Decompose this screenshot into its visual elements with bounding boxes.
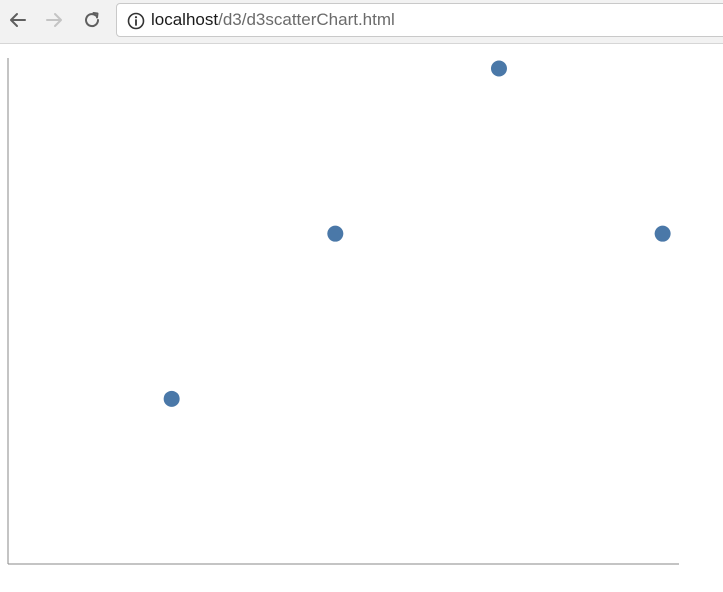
info-icon[interactable] — [127, 12, 145, 30]
url-path: /d3/d3scatterChart.html — [218, 10, 395, 29]
scatter-point — [163, 390, 180, 407]
arrow-left-icon[interactable] — [6, 8, 30, 32]
scatter-point — [654, 225, 671, 242]
arrow-right-icon[interactable] — [42, 8, 66, 32]
scatter-chart — [7, 58, 679, 565]
address-bar-url: localhost/d3/d3scatterChart.html — [151, 10, 395, 30]
reload-icon[interactable] — [80, 8, 104, 32]
browser-toolbar: localhost/d3/d3scatterChart.html — [0, 0, 723, 44]
chart-area — [0, 44, 723, 592]
scatter-point — [327, 225, 344, 242]
url-host: localhost — [151, 10, 219, 29]
scatter-point — [490, 60, 507, 77]
address-bar[interactable]: localhost/d3/d3scatterChart.html — [116, 3, 723, 37]
